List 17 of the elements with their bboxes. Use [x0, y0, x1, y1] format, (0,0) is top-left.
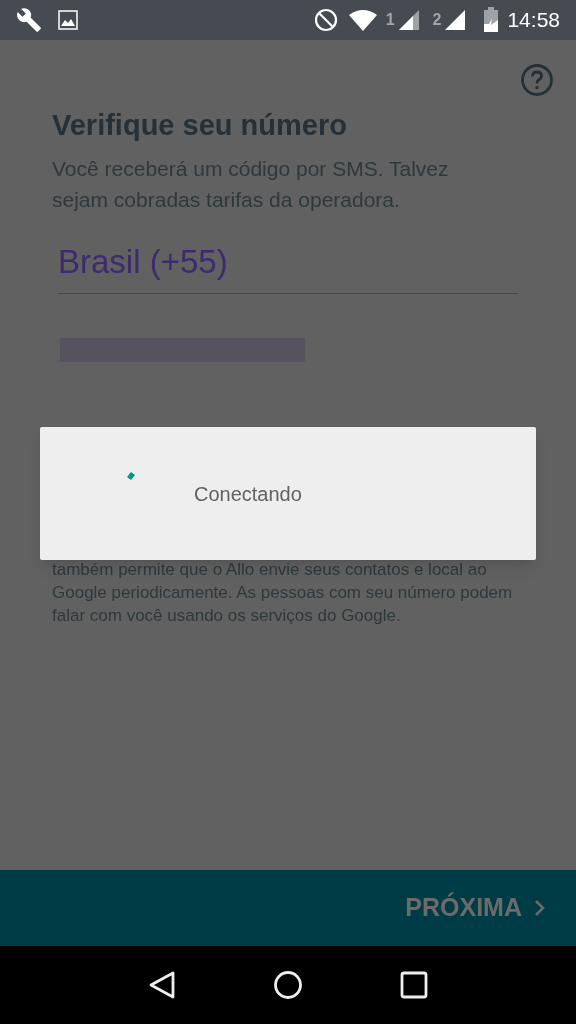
battery-charging-icon: [483, 7, 500, 33]
country-field[interactable]: Brasil (+55): [58, 237, 518, 294]
loading-spinner-icon: [125, 471, 137, 483]
do-not-disturb-icon: [313, 8, 338, 32]
dialog-message: Conectando: [194, 481, 302, 507]
back-icon[interactable]: [148, 970, 177, 1000]
signal-icon: [443, 8, 468, 32]
sim-label: 2: [432, 10, 442, 30]
wifi-icon: [347, 8, 378, 32]
sim-label: 1: [385, 10, 395, 30]
image-icon: [58, 10, 78, 30]
wrench-icon: [16, 7, 42, 33]
recents-icon[interactable]: [399, 971, 428, 999]
chevron-right-icon: [534, 899, 546, 917]
home-icon[interactable]: [273, 970, 303, 1000]
clock-time: 14:58: [507, 7, 560, 34]
page-title: Verifique seu número: [52, 108, 348, 143]
